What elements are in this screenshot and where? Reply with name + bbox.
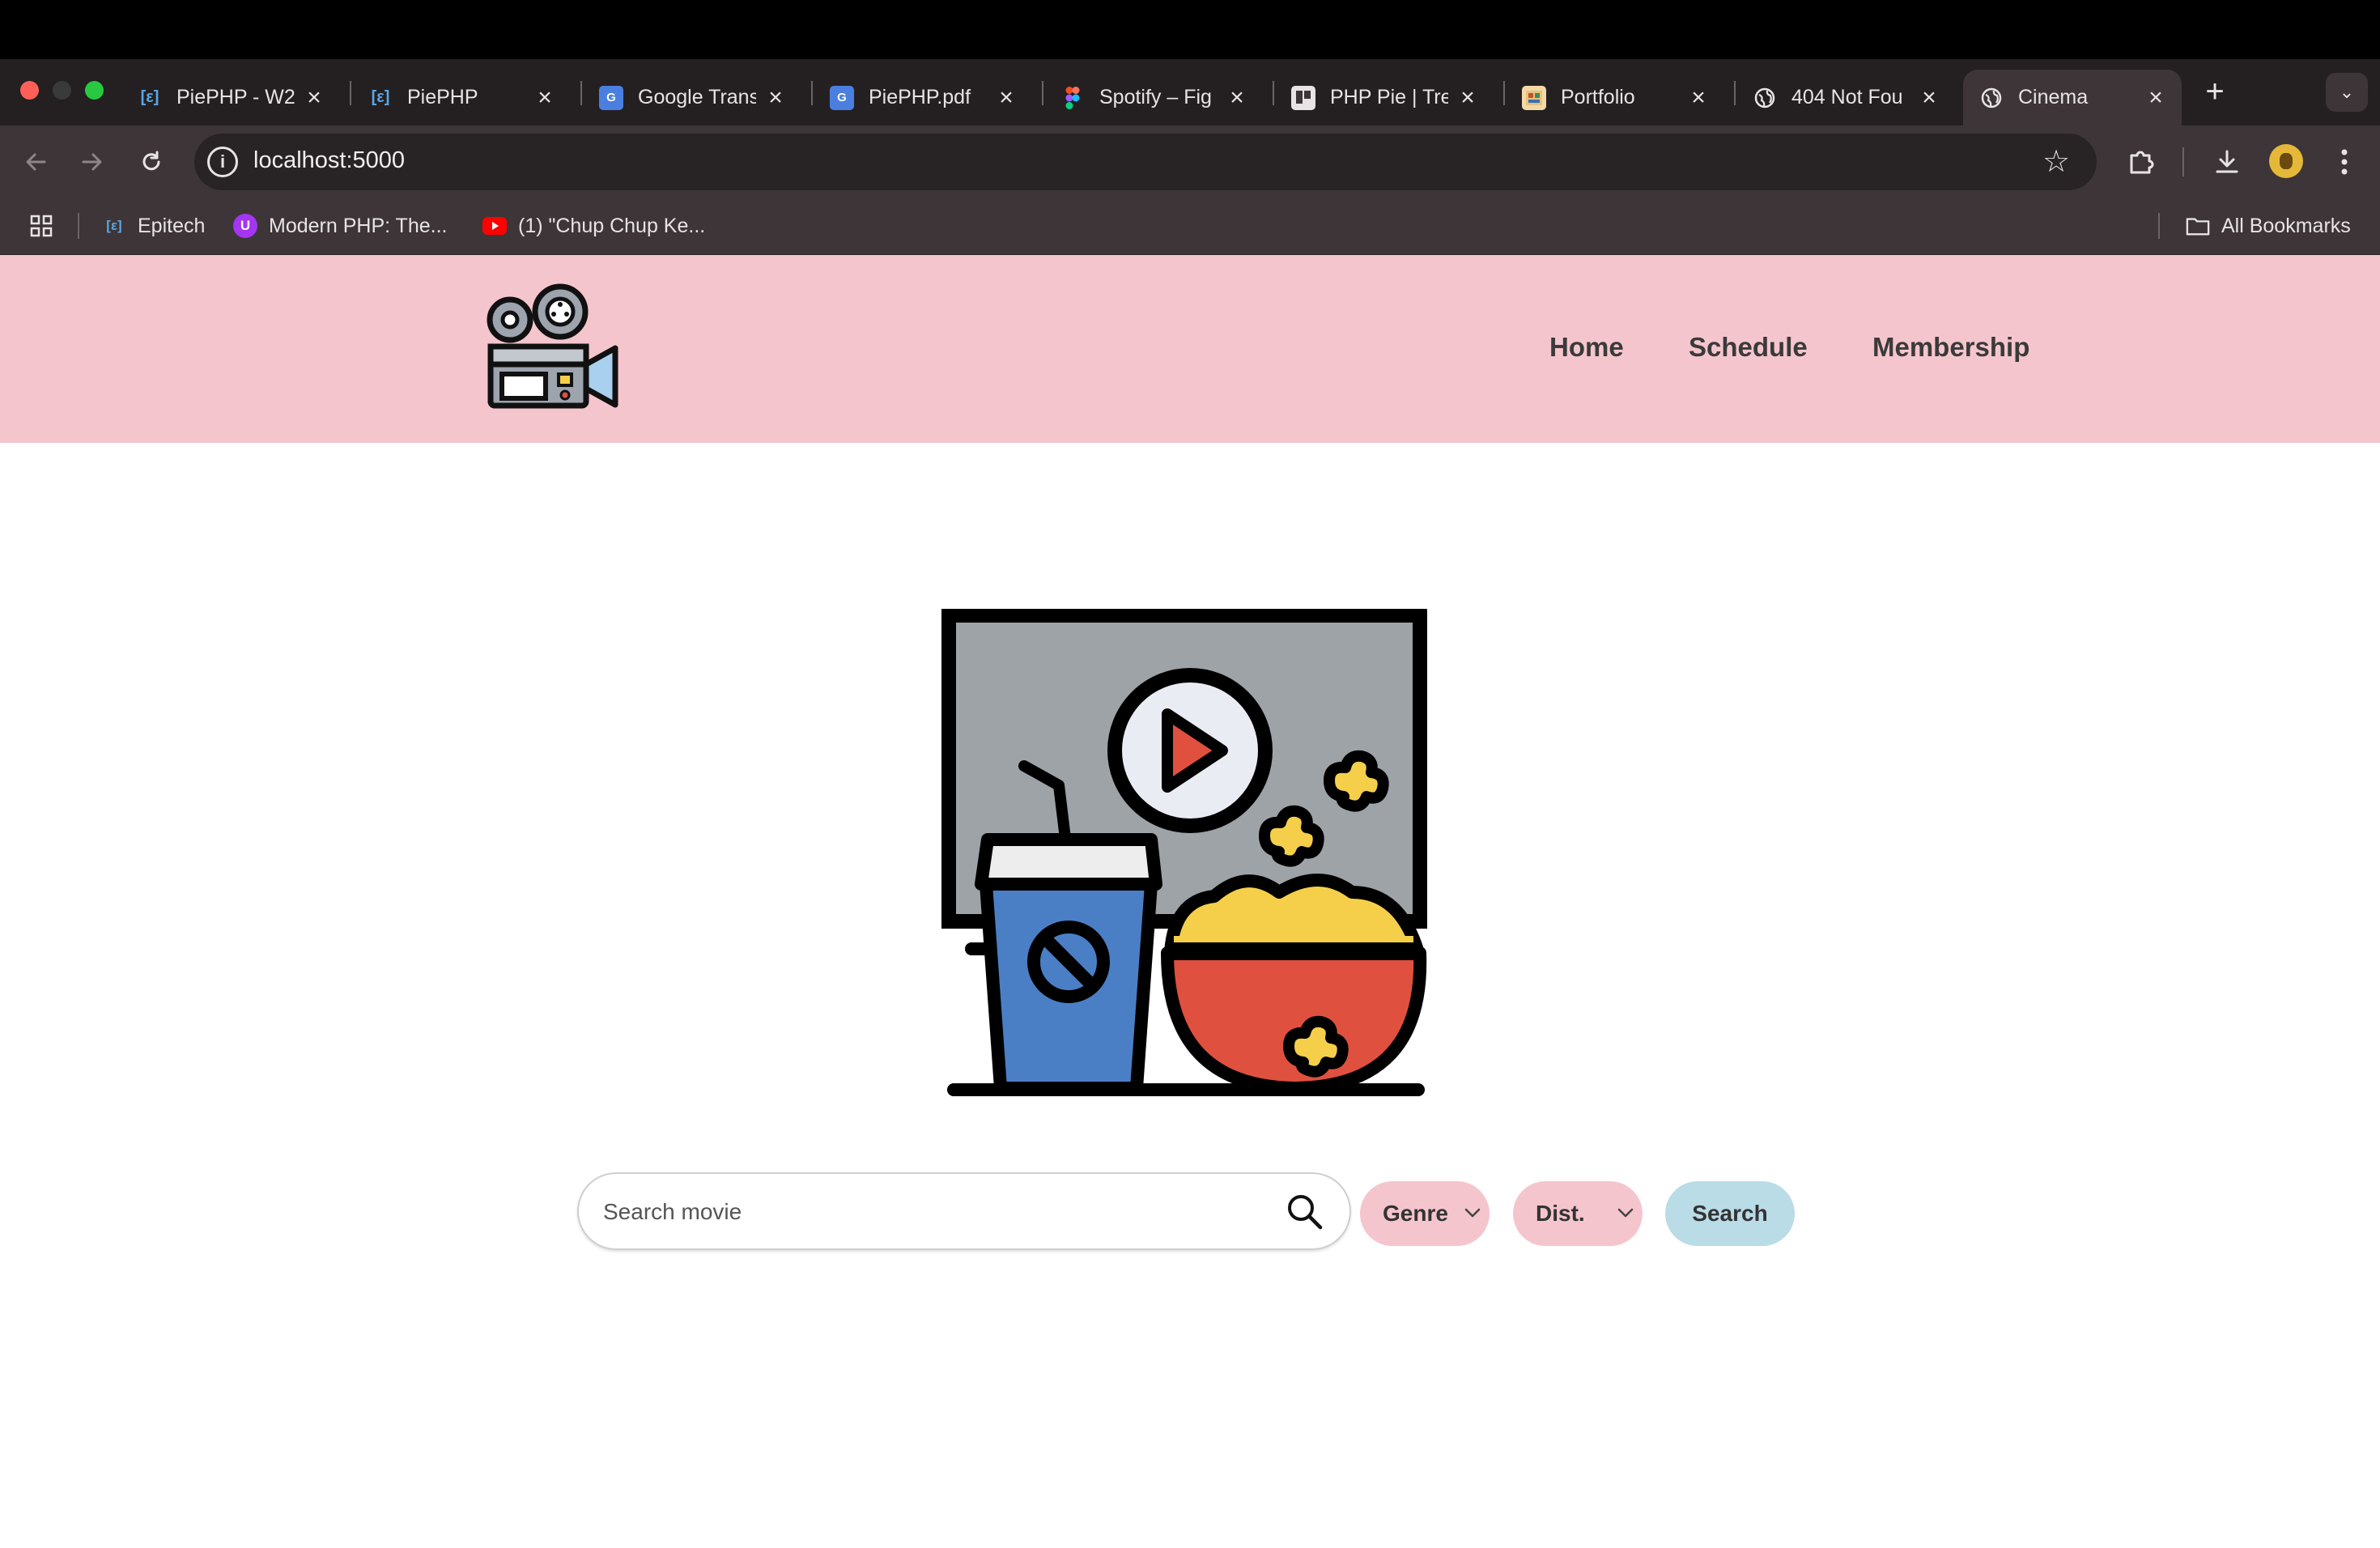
globe-icon [1979,86,2004,110]
tab-title: PHP Pie | Tre [1330,86,1448,108]
google-translate-icon: G [599,85,623,110]
tab-404-not-found[interactable]: 404 Not Fou × [1736,70,1955,125]
reload-button[interactable] [134,144,169,180]
tab-title: PiePHP.pdf [869,86,971,108]
bookmark-modern-php[interactable]: U Modern PHP: The... [233,212,447,240]
address-bar[interactable] [194,134,2097,190]
back-button[interactable] [18,144,53,180]
folder-icon [2186,214,2210,238]
tab-piephp-pdf[interactable]: G PiePHP.pdf × [814,70,1032,125]
movie-search-box [577,1172,1351,1250]
minimize-window-button[interactable] [53,81,71,100]
forward-button[interactable] [74,144,110,180]
bookmark-label: (1) "Chup Chup Ke... [518,214,706,237]
close-tab-icon[interactable]: × [764,84,787,111]
profile-avatar[interactable] [2269,144,2303,178]
tab-separator [811,81,813,105]
tab-php-pie-trello[interactable]: PHP Pie | Tre × [1275,70,1494,125]
system-menu-bar [0,0,2380,59]
toolbar-separator [2182,147,2184,176]
bookmark-label: Modern PHP: The... [269,214,448,237]
udemy-icon: U [233,214,257,238]
tab-separator [1042,81,1043,105]
site-info-icon[interactable]: i [207,147,238,177]
close-tab-icon[interactable]: × [1918,84,1940,111]
movie-camera-logo-icon[interactable] [486,283,623,413]
tab-separator [580,81,582,105]
tab-search-button[interactable]: ⌄ [2326,73,2368,112]
reload-icon [142,151,160,171]
chevron-down-icon: ⌄ [2339,82,2355,102]
maximize-window-button[interactable] [85,81,104,100]
close-tab-icon[interactable]: × [1226,84,1248,111]
tab-title: 404 Not Fou [1791,86,1903,108]
tab-title: Portfolio [1561,86,1635,108]
bookmark-label: Epitech [138,214,206,237]
close-tab-icon[interactable]: × [1456,84,1479,111]
trello-icon [1291,85,1315,110]
tab-title: PiePHP [407,86,478,108]
epitech-icon: [ε] [106,218,122,233]
nav-membership-link[interactable]: Membership [1872,332,2029,363]
tab-title: Google Trans [638,86,756,108]
genre-select[interactable]: Genre [1360,1181,1490,1246]
new-tab-button[interactable]: + [2199,75,2231,108]
chevron-down-icon [1464,1208,1481,1218]
address-bar-url[interactable]: localhost:5000 [253,147,405,174]
arrow-right-icon [82,153,102,171]
bookmark-separator [78,213,79,239]
tab-title: Cinema [2018,86,2089,108]
nav-home-link[interactable]: Home [1549,332,1624,363]
close-window-button[interactable] [20,81,39,100]
search-input[interactable] [603,1192,1267,1232]
epitech-icon: [ε] [140,88,159,106]
epitech-icon: [ε] [371,88,390,106]
nav-schedule-link[interactable]: Schedule [1689,332,1808,363]
bookmark-star-icon[interactable]: ☆ [2042,143,2070,180]
genre-select-label: Genre [1383,1201,1448,1226]
distance-select-label: Dist. [1536,1201,1585,1226]
download-icon[interactable] [2208,143,2246,181]
cinema-hero-illustration [941,609,1427,1096]
portfolio-icon [1522,85,1546,110]
arrow-left-icon [26,153,46,171]
close-tab-icon[interactable]: × [533,84,556,111]
search-icon[interactable] [1285,1192,1325,1232]
figma-icon [1060,86,1085,110]
tab-cinema[interactable]: Cinema × [1963,70,2182,125]
tab-separator [350,81,351,105]
tab-google-translate[interactable]: G Google Trans × [583,70,801,125]
tab-piephp[interactable]: [ε] PiePHP × [352,70,571,125]
distance-select[interactable]: Dist. [1513,1181,1643,1246]
more-options-icon[interactable] [2326,143,2363,181]
extensions-icon[interactable] [2123,143,2160,181]
chevron-down-icon [1617,1208,1634,1218]
tab-portfolio[interactable]: Portfolio × [1506,70,1724,125]
all-bookmarks-label: All Bookmarks [2221,214,2351,237]
globe-icon [1753,86,1777,110]
tab-title: PiePHP - W2 [176,86,295,108]
google-translate-icon: G [830,85,854,110]
tab-title: Spotify – Fig [1099,86,1212,108]
tab-separator [1734,81,1736,105]
close-tab-icon[interactable]: × [2144,84,2167,111]
apps-grid-icon [30,215,53,237]
bookmark-epitech[interactable]: [ε] Epitech [102,212,205,240]
close-tab-icon[interactable]: × [303,84,325,111]
tab-separator [1273,81,1274,105]
tab-separator [1503,81,1505,105]
youtube-icon [482,214,507,238]
search-button[interactable]: Search [1665,1181,1795,1246]
bookmark-separator [2158,213,2160,239]
tab-piephp-w2[interactable]: [ε] PiePHP - W2 × [121,70,340,125]
bookmark-youtube[interactable]: (1) "Chup Chup Ke... [482,212,705,240]
tab-spotify-figma[interactable]: Spotify – Fig × [1044,70,1263,125]
all-bookmarks-button[interactable]: All Bookmarks [2186,212,2351,240]
close-tab-icon[interactable]: × [1687,84,1710,111]
apps-grid-button[interactable] [29,212,53,240]
close-tab-icon[interactable]: × [995,84,1018,111]
